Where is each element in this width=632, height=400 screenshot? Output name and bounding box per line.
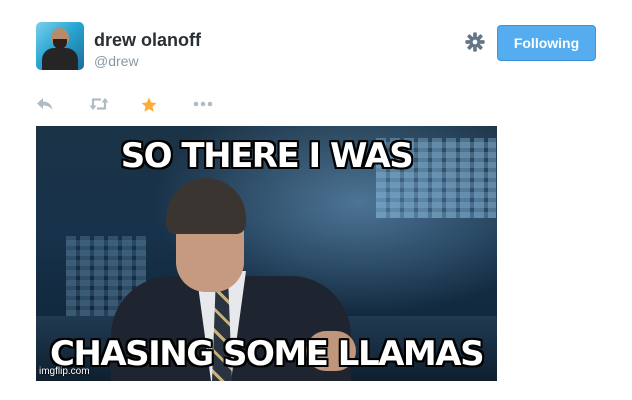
reply-icon[interactable] — [36, 96, 60, 116]
avatar-body-shape — [42, 48, 78, 70]
star-icon[interactable] — [140, 96, 164, 116]
anchor-hair — [166, 178, 246, 234]
meme-bottom-caption: CHASING SOME LLAMAS — [49, 334, 485, 374]
retweet-icon[interactable] — [88, 96, 112, 116]
avatar[interactable] — [36, 22, 84, 70]
tweet-media-image[interactable]: SO THERE I WAS CHASING SOME LLAMAS imgfl… — [36, 126, 497, 381]
following-button[interactable]: Following — [497, 25, 596, 61]
author-display-name[interactable]: drew olanoff — [94, 30, 201, 51]
gear-icon[interactable] — [464, 31, 486, 53]
author-handle[interactable]: @drew — [94, 53, 139, 69]
more-icon[interactable] — [192, 96, 216, 116]
meme-top-caption: SO THERE I WAS — [120, 136, 414, 176]
imgflip-watermark: imgflip.com — [39, 366, 90, 377]
